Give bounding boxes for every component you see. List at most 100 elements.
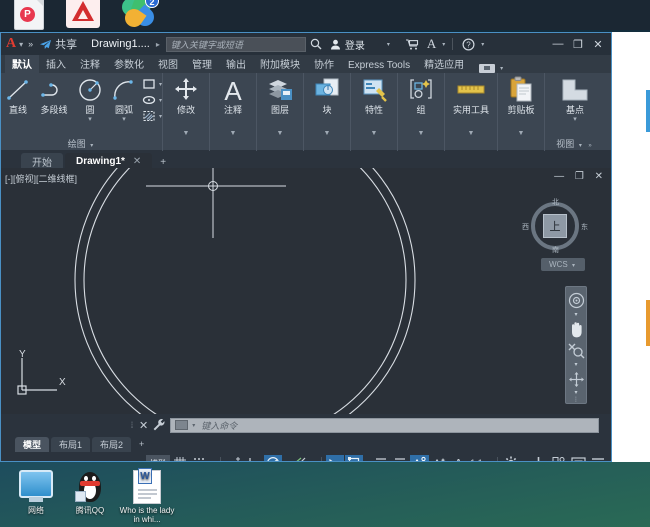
snap-mode-toggle[interactable] <box>190 455 208 462</box>
doc-tab-close-icon[interactable]: ✕ <box>133 156 141 167</box>
steering-wheel-icon[interactable] <box>566 291 586 311</box>
orbit-icon[interactable] <box>566 370 586 390</box>
ribbon-tab-output[interactable]: 输出 <box>219 55 253 73</box>
add-layout-button[interactable]: + <box>133 439 150 449</box>
pan-hand-icon[interactable] <box>566 320 586 340</box>
minimize-button[interactable]: — <box>548 38 568 50</box>
tool-utilities[interactable]: 实用工具 <box>446 75 496 116</box>
command-history-icon[interactable] <box>175 420 189 430</box>
tool-hatch[interactable]: ▾ <box>141 109 162 123</box>
tool-line[interactable]: 直线 <box>1 75 35 116</box>
tool-dropdown-caret-icon[interactable]: ▾ <box>107 116 141 124</box>
gear-icon[interactable] <box>502 455 520 461</box>
polar-caret-icon[interactable]: ▾ <box>283 460 290 462</box>
hamburger-icon[interactable] <box>589 455 607 462</box>
ribbon-panel-modify[interactable]: 修改 ▼ <box>163 73 210 151</box>
autodesk-caret-icon[interactable]: ▾ <box>440 41 447 48</box>
command-history-caret-icon[interactable]: ▾ <box>190 422 197 429</box>
drawing-canvas[interactable]: [-][俯视][二维线框] — ❐ ✕ 上 北 东 南 西 WCS ▾ ▾ ▾ … <box>1 168 611 414</box>
ribbon-panel-clipboard[interactable]: 剪贴板 ▼ <box>498 73 545 151</box>
ribbon-panel-properties[interactable]: 特性 ▼ <box>351 73 398 151</box>
desktop-icon-word-doc[interactable]: W Who is the lady in whi... <box>116 468 178 524</box>
view-cube[interactable]: 上 北 东 南 西 <box>522 198 588 254</box>
ortho-mode-toggle[interactable] <box>245 455 263 461</box>
help-caret-icon[interactable]: ▾ <box>479 41 486 48</box>
wrench-icon[interactable] <box>153 419 165 431</box>
ucs-caret-icon[interactable]: ▾ <box>570 263 577 269</box>
panel-expand-caret-icon[interactable]: ▼ <box>304 130 350 137</box>
zoom-extents-icon[interactable] <box>566 341 586 361</box>
tool-rectangle[interactable]: ▾ <box>141 77 162 91</box>
ribbon-tab-parametric[interactable]: 参数化 <box>107 55 151 73</box>
search-input[interactable]: 键入关键字或短语 <box>165 36 306 52</box>
autodesk-icon[interactable]: A <box>427 36 436 52</box>
rectangle-caret-icon[interactable]: ▾ <box>159 81 162 88</box>
steering-wheel-caret-icon[interactable]: ▾ <box>574 312 577 318</box>
annotation-visibility-toggle[interactable]: A <box>409 454 429 461</box>
ribbon-panel-annotation[interactable]: A 注释 ▼ <box>210 73 257 151</box>
autocad-app-logo[interactable]: A <box>5 36 17 52</box>
panel-expand-caret-icon[interactable]: ▼ <box>498 130 544 137</box>
account-caret-icon[interactable]: ▾ <box>385 41 392 48</box>
tool-dropdown-caret-icon[interactable]: ▾ <box>73 116 107 124</box>
desktop-icon-qq[interactable]: 腾讯QQ <box>62 470 118 515</box>
ribbon-panel-block[interactable]: 块 ▼ <box>304 73 351 151</box>
tool-dropdown-caret-icon[interactable]: ▾ <box>549 116 601 124</box>
tool-polyline[interactable]: 多段线 <box>35 75 73 116</box>
help-icon[interactable]: ? <box>462 37 475 51</box>
ribbon-display-caret-icon[interactable]: ▾ <box>498 65 505 72</box>
cart-icon[interactable] <box>405 38 419 50</box>
quick-access-chevron-icon[interactable]: ›› <box>28 39 33 49</box>
tool-basepoint[interactable]: 基点 ▾ <box>549 75 601 124</box>
transparency-toggle[interactable] <box>372 455 390 462</box>
autocad-shortcut-icon[interactable] <box>66 0 100 28</box>
isolate-objects-icon[interactable] <box>549 455 568 461</box>
autoscale-toggle[interactable]: A <box>430 455 449 461</box>
clean-screen-icon[interactable] <box>569 455 588 461</box>
annotation-scale-value[interactable]: 1:1 <box>468 455 485 461</box>
tool-block[interactable]: 块 <box>306 75 348 116</box>
tool-properties[interactable]: 特性 <box>353 75 395 116</box>
zoom-caret-icon[interactable]: ▾ <box>574 362 577 368</box>
ribbon-tab-default[interactable]: 默认 <box>5 55 39 73</box>
panel-overflow-icon[interactable]: » <box>586 143 593 149</box>
desktop-icon-network[interactable]: 网络 <box>8 470 64 515</box>
ucs-selector[interactable]: WCS ▾ <box>541 258 585 271</box>
tool-modify[interactable]: 修改 <box>165 75 207 116</box>
maximize-button[interactable]: ❐ <box>568 38 588 51</box>
navbar-more-icon[interactable]: ⋮ <box>573 397 579 403</box>
panel-expand-caret-icon[interactable]: ▼ <box>257 130 303 137</box>
polar-tracking-toggle[interactable] <box>263 454 282 461</box>
tool-annotation[interactable]: A 注释 <box>212 75 254 116</box>
layout-tab-layout2[interactable]: 布局2 <box>92 436 132 452</box>
panel-expand-caret-icon[interactable]: ▼ <box>398 130 444 137</box>
tool-layers[interactable]: 图层 <box>259 75 301 116</box>
ribbon-panel-utilities[interactable]: 实用工具 ▼ <box>445 73 498 151</box>
share-label[interactable]: 共享 <box>55 36 77 52</box>
document-dropdown-icon[interactable]: ▸ <box>156 40 160 49</box>
tool-ellipse[interactable]: ▾ <box>141 93 162 107</box>
ribbon-tab-annotate[interactable]: 注释 <box>73 55 107 73</box>
infer-constraints-toggle[interactable] <box>225 455 244 461</box>
ellipse-caret-icon[interactable]: ▾ <box>159 97 162 104</box>
panel-expand-caret-icon[interactable]: ▼ <box>210 130 256 137</box>
person-icon[interactable] <box>330 39 341 50</box>
osnap-caret-icon[interactable]: ▾ <box>310 460 317 462</box>
selection-cycling-toggle[interactable] <box>391 455 409 462</box>
plus-icon[interactable] <box>529 455 548 461</box>
panel-expand-caret-icon[interactable]: ▼ <box>445 130 497 137</box>
doc-tab-drawing1[interactable]: Drawing1* ✕ <box>65 153 153 168</box>
app-menu-caret-icon[interactable]: ▾ <box>19 40 23 49</box>
viewport-window-controls[interactable]: — ❐ ✕ <box>554 171 607 182</box>
ribbon-tab-view[interactable]: 视图 <box>151 55 185 73</box>
search-icon[interactable] <box>310 38 322 50</box>
snap-caret-icon[interactable]: ▾ <box>209 460 216 462</box>
ribbon-panel-layers[interactable]: 图层 ▼ <box>257 73 304 151</box>
tool-arc[interactable]: 圆弧 ▾ <box>107 75 141 124</box>
viewport-label[interactable]: [-][俯视][二维线框] <box>5 172 77 185</box>
panel-expand-caret-icon[interactable]: ▼ <box>351 130 397 137</box>
close-button[interactable]: ✕ <box>588 38 608 51</box>
gear-caret-icon[interactable]: ▾ <box>521 460 528 462</box>
ribbon-panel-group[interactable]: 组 ▼ <box>398 73 445 151</box>
ribbon-tab-insert[interactable]: 插入 <box>39 55 73 73</box>
